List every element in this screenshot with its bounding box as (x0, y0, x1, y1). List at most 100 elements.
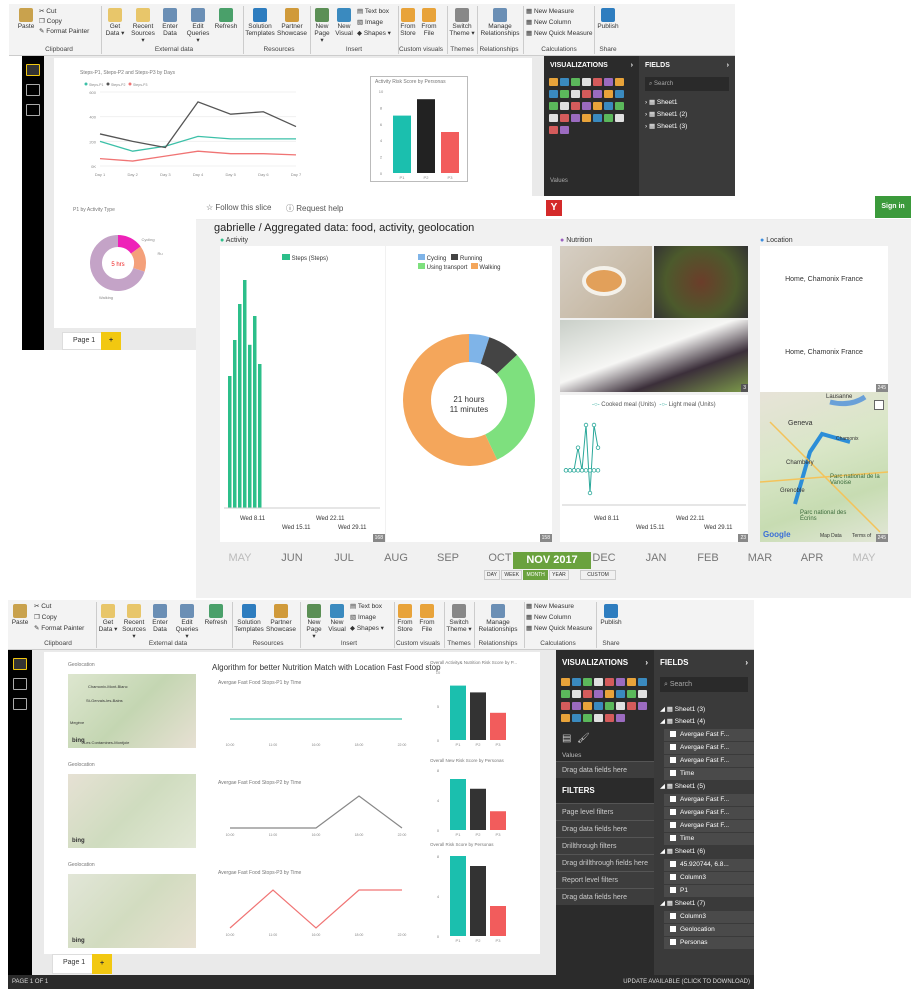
refresh-button[interactable]: Refresh (214, 8, 238, 30)
enter-data-button[interactable]: Enter Data (160, 8, 180, 37)
top-donut-chart[interactable]: P1 by Activity Type 5 hrs Cycling Ru Walkin… (56, 205, 166, 305)
b-text-box-button[interactable]: ▤ Text box (350, 603, 382, 610)
food-photo-plate[interactable] (654, 246, 748, 318)
viz-type-icon[interactable] (572, 678, 581, 686)
checkbox-icon[interactable] (670, 731, 676, 738)
b-edit-queries-button[interactable]: Edit Queries ▾ (174, 604, 200, 640)
top-page-tab[interactable]: Page 1 (62, 332, 107, 350)
field-column-item[interactable]: Column3 (664, 911, 754, 923)
viz-type-icon[interactable] (593, 78, 602, 86)
sign-in-button[interactable]: Sign in (875, 196, 911, 218)
partner-showcase-button[interactable]: Partner Showcase (277, 8, 307, 37)
viz-type-icon[interactable] (582, 78, 591, 86)
viz-type-icon[interactable] (604, 114, 613, 122)
bottom-page-tab[interactable]: Page 1 (52, 954, 97, 974)
viz-type-icon[interactable] (627, 690, 636, 698)
viz-type-icon[interactable] (616, 702, 625, 710)
viz-type-icon[interactable] (549, 78, 558, 86)
b-switch-theme-button[interactable]: Switch Theme ▾ (446, 604, 472, 633)
checkbox-icon[interactable] (670, 822, 676, 829)
follow-slice-link[interactable]: ☆ Follow this slice (206, 203, 271, 212)
checkbox-icon[interactable] (670, 770, 676, 777)
bottom-add-page-button[interactable]: + (92, 954, 112, 974)
copy-button[interactable]: ❐ Copy (39, 18, 62, 25)
b-data-view-icon[interactable] (13, 678, 27, 690)
b-paste-button[interactable]: Paste (10, 604, 30, 626)
viz-type-icon[interactable] (615, 90, 624, 98)
viz-type-icon[interactable] (583, 714, 592, 722)
get-data-button[interactable]: Get Data ▾ (105, 8, 125, 37)
month-mar[interactable]: MAR (736, 552, 784, 564)
viz-type-icon[interactable] (549, 102, 558, 110)
geo-card-2[interactable]: Geolocation bing (62, 762, 202, 852)
field-column-item[interactable]: Time (664, 768, 754, 780)
data-view-icon[interactable] (26, 84, 40, 96)
month-jun[interactable]: JUN (268, 552, 316, 564)
meal-chart-card[interactable]: -○- Cooked meal (Units) -○- Light meal (… (560, 395, 748, 542)
viz-type-icon[interactable] (593, 114, 602, 122)
steps-chart-card[interactable]: Steps (Steps) Wed 8.11 Wed 15.11 Wed 22.… (220, 246, 385, 542)
viz-type-icon[interactable] (627, 678, 636, 686)
viz-type-icon[interactable] (571, 102, 580, 110)
checkbox-icon[interactable] (670, 744, 676, 751)
viz-type-icon[interactable] (549, 90, 558, 98)
viz-type-icon[interactable] (605, 690, 614, 698)
checkbox-icon[interactable] (670, 913, 676, 920)
new-quick-measure-button[interactable]: ▦ New Quick Measure (526, 30, 592, 37)
field-table-item[interactable]: ◢ ▦ Sheet1 (7) (654, 898, 754, 910)
viz-type-icon[interactable] (560, 78, 569, 86)
b-new-column-button[interactable]: ▦ New Column (526, 614, 571, 621)
manage-relationships-button[interactable]: Manage Relationships (479, 8, 521, 37)
field-column-item[interactable]: 45.920744, 6.8... (664, 859, 754, 871)
month-sep[interactable]: SEP (424, 552, 472, 564)
checkbox-icon[interactable] (670, 809, 676, 816)
viz-type-icon[interactable] (594, 690, 603, 698)
b-refresh-button[interactable]: Refresh (204, 604, 228, 626)
field-column-item[interactable]: Avergae Fast F... (664, 755, 754, 767)
checkbox-icon[interactable] (670, 796, 676, 803)
field-column-item[interactable]: P1 (664, 885, 754, 897)
range-tab-year[interactable]: YEAR (549, 570, 569, 580)
checkbox-icon[interactable] (670, 926, 676, 933)
viz-type-icon[interactable] (604, 90, 613, 98)
model-view-icon[interactable] (26, 104, 40, 116)
viz-type-icon[interactable] (561, 714, 570, 722)
viz-type-icon[interactable] (549, 114, 558, 122)
location-map[interactable]: Lausanne Geneva Chamonix Chambéry Grenob… (760, 392, 888, 542)
risk-bar-3[interactable]: Overall Risk Score by Personas P1 P2 P3 0 4 8 (426, 842, 530, 946)
geo-map-3[interactable]: bing (68, 874, 196, 948)
field-column-item[interactable]: Geolocation (664, 924, 754, 936)
b-viz-gallery[interactable] (556, 675, 654, 727)
viz-type-icon[interactable] (615, 114, 624, 122)
viz-type-icon[interactable] (572, 714, 581, 722)
viz-type-icon[interactable] (605, 678, 614, 686)
viz-type-icon[interactable] (615, 78, 624, 86)
shapes-button[interactable]: ◆ Shapes ▾ (357, 30, 391, 37)
viz-type-icon[interactable] (582, 102, 591, 110)
image-button[interactable]: ▧ Image (357, 19, 383, 26)
cut-button[interactable]: ✂ Cut (39, 8, 56, 15)
update-available-link[interactable]: UPDATE AVAILABLE (CLICK TO DOWNLOAD) (623, 975, 750, 989)
viz-type-icon[interactable] (560, 90, 569, 98)
recent-sources-button[interactable]: Recent Sources ▾ (129, 8, 157, 44)
viz-type-icon[interactable] (616, 690, 625, 698)
geo-map-1[interactable]: Chamonix-Mont-Blanc St-Gervais-les-Bains… (68, 674, 196, 748)
month-may[interactable]: MAY (216, 552, 264, 564)
b-enter-data-button[interactable]: Enter Data (150, 604, 170, 633)
viz-type-icon[interactable] (571, 114, 580, 122)
top-line-chart[interactable]: Steps-P1, Steps-P2 and Steps-P3 by Days … (74, 68, 304, 180)
fastfood-line-3[interactable]: Avergae Fast Food Stops-P3 by Time 10:00 1… (212, 870, 412, 940)
viz-type-icon[interactable] (561, 690, 570, 698)
b-copy-button[interactable]: ❐ Copy (34, 614, 57, 621)
viz-type-icon[interactable] (560, 102, 569, 110)
b-get-data-button[interactable]: Get Data ▾ (98, 604, 118, 633)
b-filter-5[interactable]: Drag data fields here (556, 888, 654, 905)
month-may[interactable]: MAY (840, 552, 888, 564)
b-recent-sources-button[interactable]: Recent Sources ▾ (120, 604, 148, 640)
fastfood-line-2[interactable]: Avergae Fast Food Stops-P2 by Time 10:00 1… (212, 780, 412, 840)
checkbox-icon[interactable] (670, 874, 676, 881)
month-feb[interactable]: FEB (684, 552, 732, 564)
field-column-item[interactable]: Time (664, 833, 754, 845)
field-column-item[interactable]: Personas (664, 937, 754, 949)
viz-type-icon[interactable] (571, 78, 580, 86)
